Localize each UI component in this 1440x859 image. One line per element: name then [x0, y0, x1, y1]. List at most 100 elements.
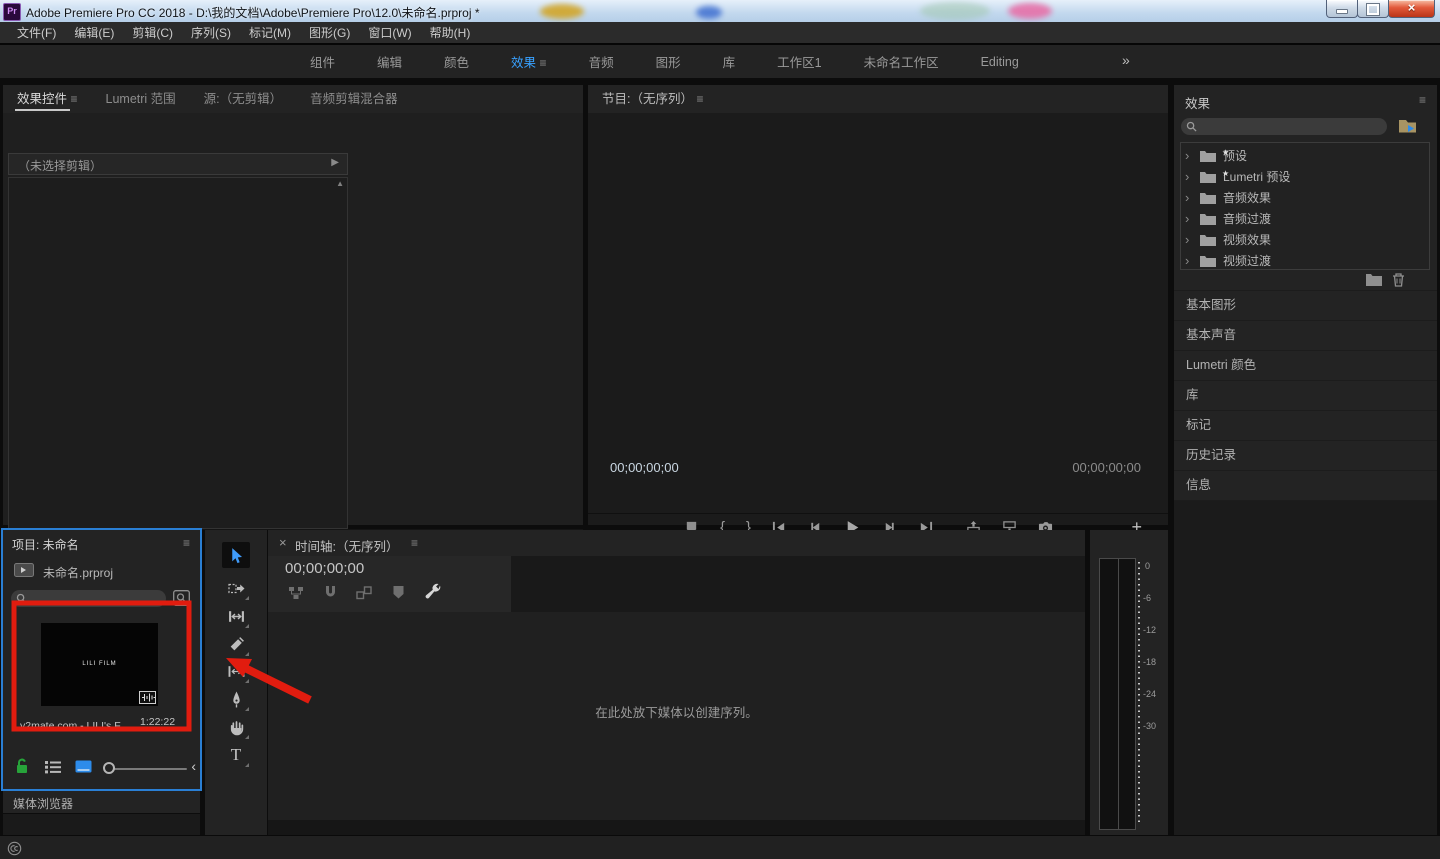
track-select-forward-tool[interactable]	[222, 575, 250, 601]
expand-chevron-icon[interactable]: ›	[1185, 169, 1193, 184]
panel-menu-icon[interactable]: ≡	[71, 92, 78, 106]
panel-menu-icon[interactable]: ≡	[1419, 93, 1426, 107]
bin-presets[interactable]: › ★ 预设	[1185, 145, 1425, 166]
tab-essential-graphics[interactable]: 基本图形	[1174, 291, 1437, 320]
nest-toggle-icon[interactable]	[288, 585, 304, 601]
snap-magnet-icon[interactable]	[323, 585, 338, 601]
menu-sequence[interactable]: 序列(S)	[182, 24, 240, 41]
tab-project[interactable]: 项目: 未命名	[12, 536, 79, 553]
delete-bin-icon[interactable]	[1392, 272, 1405, 287]
tab-media-browser[interactable]: 媒体浏览器	[13, 795, 73, 812]
panel-menu-icon[interactable]: ≡	[696, 92, 703, 106]
timeline-scrollbar-area[interactable]	[268, 820, 1085, 835]
new-bin-icon[interactable]	[1366, 273, 1382, 286]
meter-divider	[1118, 559, 1119, 829]
clip-selector-bar[interactable]: （未选择剪辑） ▶	[8, 153, 348, 175]
workspace-tab-audio[interactable]: 音频	[589, 52, 614, 71]
expand-chevron-icon[interactable]: ›	[1185, 253, 1193, 268]
effects-search-input[interactable]	[1201, 118, 1385, 137]
pen-tool[interactable]	[222, 686, 250, 712]
tab-info[interactable]: 信息	[1174, 471, 1437, 500]
expand-chevron-icon[interactable]: ›	[1185, 148, 1193, 163]
menu-markers[interactable]: 标记(M)	[240, 24, 300, 41]
media-browser-tab-strip: 媒体浏览器	[3, 791, 200, 813]
bin-audio-effects[interactable]: › 音频效果	[1185, 187, 1425, 208]
panel-menu-icon[interactable]: ≡	[183, 536, 190, 550]
panel-close-icon[interactable]: ×	[279, 535, 287, 550]
panel-menu-icon[interactable]: ≡	[411, 536, 418, 550]
workspace-menu-icon[interactable]: ≡	[540, 56, 547, 70]
audio-meters-panel: 0 -6 -12 -18 -24 -30	[1090, 530, 1168, 835]
selection-tool-icon	[228, 547, 245, 564]
add-marker-icon[interactable]	[392, 585, 405, 600]
bin-audio-transitions[interactable]: › 音频过渡	[1185, 208, 1425, 229]
zoom-slider-knob[interactable]	[103, 762, 115, 774]
bin-video-transitions[interactable]: › 视频过渡	[1185, 250, 1425, 271]
hand-tool[interactable]	[222, 714, 250, 740]
tab-history[interactable]: 历史记录	[1174, 441, 1437, 470]
tab-essential-sound[interactable]: 基本声音	[1174, 321, 1437, 350]
menu-graphics[interactable]: 图形(G)	[300, 24, 359, 41]
selection-tool[interactable]	[222, 542, 250, 568]
menu-bar: 文件(F) 编辑(E) 剪辑(C) 序列(S) 标记(M) 图形(G) 窗口(W…	[0, 22, 1440, 43]
tab-program-monitor[interactable]: 节目:（无序列） ≡	[588, 85, 717, 113]
zoom-slider-track[interactable]	[107, 768, 187, 770]
project-search-field[interactable]	[11, 590, 166, 607]
list-view-icon[interactable]	[44, 760, 62, 774]
tab-lumetri-scopes[interactable]: Lumetri 范围	[92, 85, 190, 113]
workspace-tab-workspace1[interactable]: 工作区1	[777, 52, 821, 71]
linked-selection-icon[interactable]	[356, 585, 372, 601]
workspace-tab-libraries[interactable]: 库	[723, 52, 736, 71]
tab-libraries[interactable]: 库	[1174, 381, 1437, 410]
menu-file[interactable]: 文件(F)	[8, 24, 65, 41]
icon-view-icon[interactable]	[75, 760, 92, 773]
tab-audio-clip-mixer[interactable]: 音频剪辑混合器	[296, 85, 412, 113]
workspace-tab-color[interactable]: 颜色	[444, 52, 469, 71]
menu-help[interactable]: 帮助(H)	[421, 24, 480, 41]
timeline-drop-area[interactable]: 在此处放下媒体以创建序列。	[268, 612, 1085, 820]
expand-chevron-icon[interactable]: ›	[1185, 232, 1193, 247]
creative-cloud-status-icon[interactable]	[7, 841, 22, 856]
workspace-overflow-chevron-icon[interactable]: »	[1122, 52, 1130, 68]
tab-source-monitor[interactable]: 源:（无剪辑）	[190, 85, 296, 113]
menu-window[interactable]: 窗口(W)	[359, 24, 420, 41]
workspace-tab-effects[interactable]: 效果 ≡	[511, 52, 547, 71]
project-search-input[interactable]	[31, 590, 164, 609]
clip-thumbnail[interactable]: LILI FILM	[41, 623, 158, 706]
workspace-tab-unnamed[interactable]: 未命名工作区	[864, 52, 939, 71]
workspace-tab-graphics[interactable]: 图形	[656, 52, 681, 71]
ripple-edit-tool[interactable]	[222, 603, 250, 629]
scroll-up-icon[interactable]: ▲	[336, 179, 344, 188]
clip-name-label[interactable]: y2mate.com - LILI's F...	[20, 720, 128, 732]
minimize-button[interactable]	[1326, 0, 1358, 18]
tab-effect-controls[interactable]: 效果控件 ≡	[3, 85, 92, 113]
slip-tool[interactable]	[222, 658, 250, 684]
folder-icon	[1200, 192, 1216, 204]
new-preset-bin-icon[interactable]	[1398, 117, 1417, 134]
menu-edit[interactable]: 编辑(E)	[65, 24, 123, 41]
workspace-tab-assembly[interactable]: 组件	[310, 52, 335, 71]
close-button[interactable]: ×	[1388, 0, 1435, 18]
menu-clip[interactable]: 剪辑(C)	[123, 24, 182, 41]
bin-lumetri-presets[interactable]: › ★ Lumetri 预设	[1185, 166, 1425, 187]
project-writable-unlock-icon[interactable]	[15, 757, 29, 774]
expand-chevron-icon[interactable]: ›	[1185, 190, 1193, 205]
project-file-name[interactable]: 未命名.prproj	[43, 564, 113, 581]
tab-lumetri-color[interactable]: Lumetri 颜色	[1174, 351, 1437, 380]
razor-tool[interactable]	[222, 631, 250, 657]
tab-markers[interactable]: 标记	[1174, 411, 1437, 440]
workspace-tab-editing-en[interactable]: Editing	[981, 55, 1019, 69]
timeline-settings-wrench-icon[interactable]	[424, 583, 442, 601]
timeline-playhead-timecode[interactable]: 00;00;00;00	[285, 560, 364, 577]
clip-nav-play-icon[interactable]: ▶	[331, 157, 339, 168]
type-tool[interactable]: T	[222, 742, 250, 768]
effects-search-field[interactable]	[1181, 118, 1387, 135]
tab-timeline[interactable]: 时间轴:（无序列）	[295, 536, 398, 555]
expand-chevron-icon[interactable]: ›	[1185, 211, 1193, 226]
program-position-timecode[interactable]: 00;00;00;00	[610, 460, 679, 475]
find-icon[interactable]	[173, 590, 190, 606]
maximize-button[interactable]	[1357, 0, 1389, 18]
bin-video-effects[interactable]: › 视频效果	[1185, 229, 1425, 250]
toolbar-scroll-left-icon[interactable]: ‹	[191, 758, 196, 774]
workspace-tab-editing[interactable]: 编辑	[377, 52, 402, 71]
